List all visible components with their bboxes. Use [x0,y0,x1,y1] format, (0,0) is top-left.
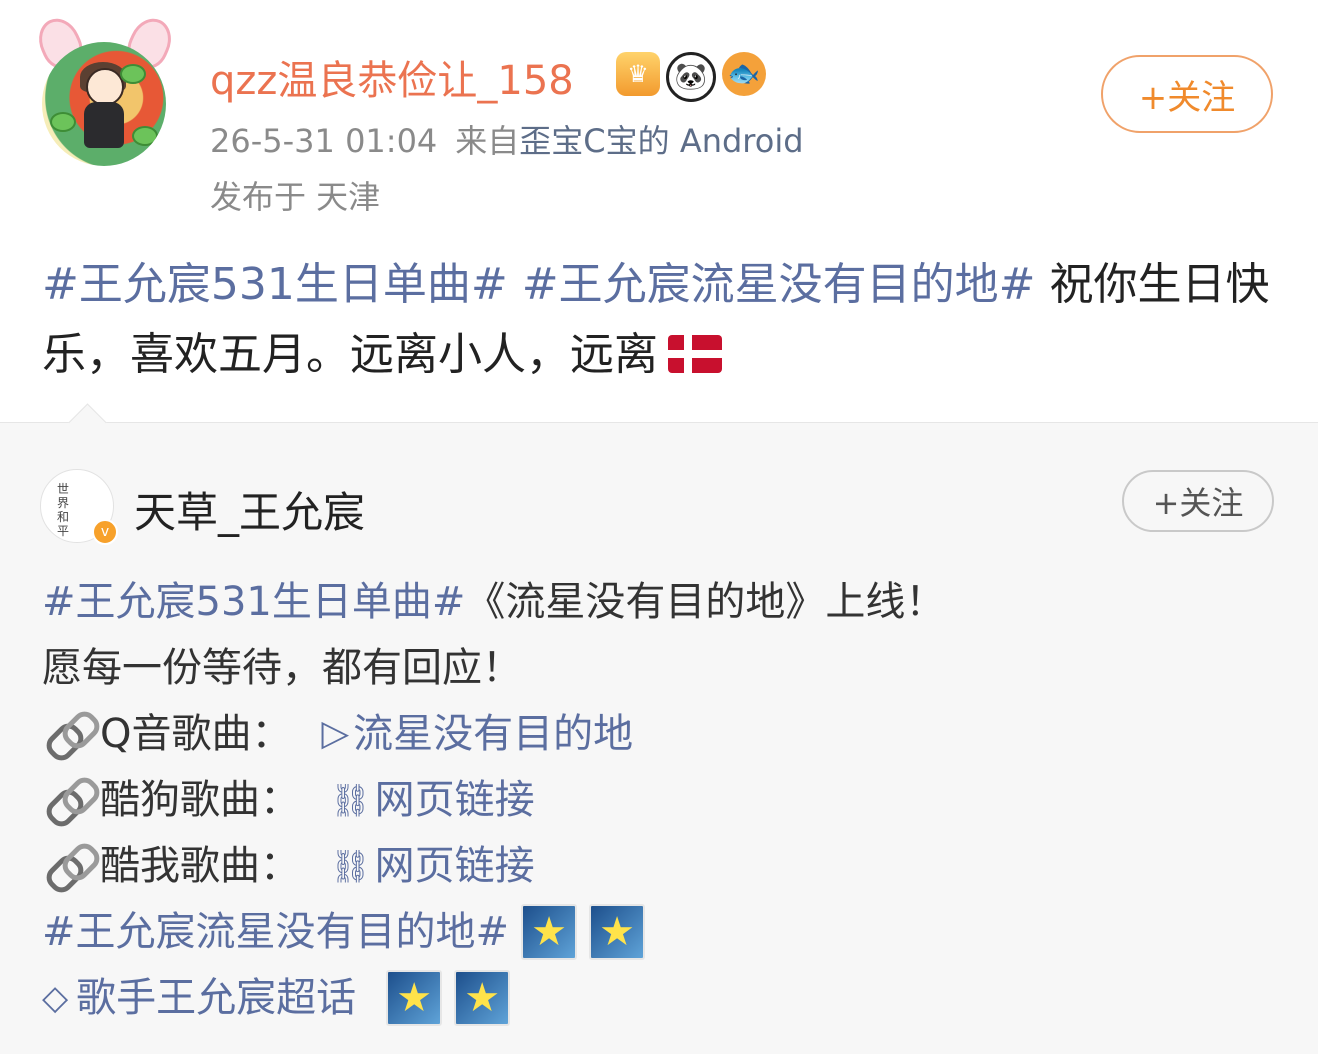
verified-badge-icon: v [92,519,118,545]
follow-button[interactable]: +关注 [1101,55,1273,133]
retweet-text: 酷狗歌曲： [100,777,300,823]
retweet-line: #王允宸流星没有目的地# ★ ★ [42,899,1282,965]
post-card: qzz温良恭俭让_158 ♛ 🐼 🐟 26-5-31 01:04 来自歪宝C宝的 … [0,0,1318,422]
weibo-post-page: qzz温良恭俭让_158 ♛ 🐼 🐟 26-5-31 01:04 来自歪宝C宝的 … [0,0,1318,1054]
user-avatar[interactable] [31,12,179,168]
post-meta: 26-5-31 01:04 来自歪宝C宝的 Android [210,116,804,162]
retweet-card[interactable]: 世界和平 v 天草_王允宸 +关注 #王允宸531生日单曲# 《流星没有目的地》上… [0,403,1318,1054]
fish-badge-icon[interactable]: 🐟 [722,52,766,96]
music-link[interactable]: 流星没有目的地 [353,701,633,767]
denmark-flag-icon [668,335,722,373]
retweet-line: 酷我歌曲： ⛓ 网页链接 [41,833,1282,899]
topic-link[interactable]: #王允宸531生日单曲# [42,259,508,310]
frog-icon [132,126,158,146]
topic-link[interactable]: #王允宸531生日单曲# [42,569,465,635]
web-link[interactable]: 网页链接 [375,767,535,833]
retweet-line: #王允宸531生日单曲# 《流星没有目的地》上线！ [42,569,1282,635]
retweet-line: 酷狗歌曲： ⛓ 网页链接 [41,767,1282,833]
retweet-text: 愿每一份等待，都有回应！ [42,645,522,691]
retweet-follow-button[interactable]: +关注 [1122,470,1274,532]
frog-icon [50,112,76,132]
web-link[interactable]: 网页链接 [375,833,535,899]
link-chain-icon [41,706,105,766]
star-emoji-icon: ★ [386,970,443,1026]
super-topic-link[interactable]: 歌手王允宸超话 [76,965,356,1031]
star-emoji-icon: ★ [454,970,511,1026]
retweet-author-name[interactable]: 天草_王允宸 [134,479,365,540]
retweet-line: ◇ 歌手王允宸超话 ★ ★ [42,965,1282,1031]
post-username[interactable]: qzz温良恭俭让_158 [210,48,574,106]
crown-badge-icon[interactable]: ♛ [616,52,660,96]
super-topic-icon: ◇ [42,978,69,1018]
link-chain-icon [41,838,105,898]
panda-badge-icon[interactable]: 🐼 [666,52,716,102]
source-prefix: 来自 [455,122,520,160]
post-timestamp: 26-5-31 01:04 [210,122,438,160]
topic-link[interactable]: #王允宸流星没有目的地# [42,899,509,965]
star-emoji-icon: ★ [589,904,646,960]
post-location: 发布于 天津 [210,178,381,216]
post-content: #王允宸531生日单曲# #王允宸流星没有目的地# 祝你生日快乐，喜欢五月。远离… [42,250,1282,390]
avatar-handwriting: 世界和平 [57,482,70,538]
web-link-icon[interactable]: ⛓ [330,833,371,899]
retweet-text: Q音歌曲： [100,711,292,757]
retweet-line: 愿每一份等待，都有回应！ [42,635,1282,701]
topic-link[interactable]: #王允宸流星没有目的地# [522,259,1036,310]
retweet-line: Q音歌曲： ▷ 流星没有目的地 [41,701,1282,767]
link-chain-icon [41,772,105,832]
source-name[interactable]: 歪宝C宝的 Android [519,122,803,160]
play-icon[interactable]: ▷ [321,701,349,767]
retweet-text: 《流星没有目的地》上线！ [465,579,946,625]
avatar-image [42,42,166,166]
retweet-text: 酷我歌曲： [100,843,300,889]
star-emoji-icon: ★ [521,904,578,960]
frog-icon [120,64,146,84]
web-link-icon[interactable]: ⛓ [330,767,371,833]
retweet-content: #王允宸531生日单曲# 《流星没有目的地》上线！ 愿每一份等待，都有回应！ Q音… [41,569,1282,1031]
user-badges: ♛ 🐼 🐟 [616,52,766,102]
